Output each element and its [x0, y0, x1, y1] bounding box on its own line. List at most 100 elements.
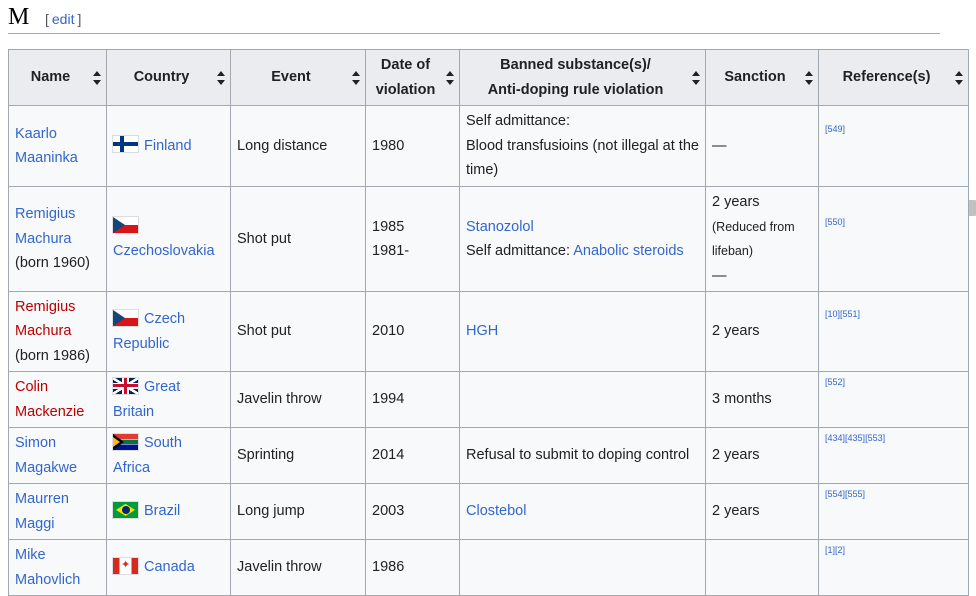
edit-bracket-close: ]: [77, 11, 82, 27]
sort-icon[interactable]: [446, 70, 454, 85]
reference-link[interactable]: [1]: [825, 545, 835, 555]
cell-references: [552]: [818, 371, 969, 428]
sort-icon[interactable]: [692, 70, 700, 85]
athlete-link[interactable]: Remigius Machura: [15, 299, 75, 340]
country-link[interactable]: Finland: [144, 138, 192, 154]
athlete-link[interactable]: Simon Magakwe: [15, 435, 77, 476]
finland-flag-icon: [113, 136, 138, 153]
cell-country: Czech Republic: [106, 291, 231, 372]
cell-event: Shot put: [230, 291, 366, 372]
cell-date: 2010: [365, 291, 460, 372]
cell-date: 1994: [365, 371, 460, 428]
reference-link[interactable]: [434]: [825, 433, 845, 443]
brazil-flag-icon: [113, 501, 138, 518]
table-row: MikeMahovlich Canada Javelin throw 1986 …: [8, 539, 969, 596]
cell-name: Remigius Machura (born 1960): [8, 186, 107, 292]
cell-substance: Clostebol: [459, 483, 706, 540]
cell-event: Sprinting: [230, 427, 366, 484]
athlete-link[interactable]: Mike Mahovlich: [15, 547, 80, 588]
scrollbar-thumb[interactable]: [968, 200, 976, 216]
reference-link[interactable]: [553]: [865, 433, 885, 443]
substance-link[interactable]: Stanozolol: [466, 219, 534, 235]
reference-link[interactable]: [552]: [825, 377, 845, 387]
cell-name: Maurren Maggi: [8, 483, 107, 540]
table-row: Maurren Maggi Brazil Long jump 2003 Clost…: [8, 483, 969, 540]
section-heading: M [edit]: [8, 0, 940, 34]
substance-link[interactable]: HGH: [466, 323, 498, 339]
cell-references: [554][555]: [818, 483, 969, 540]
cell-references: [550]: [818, 186, 969, 292]
table-row: Simon Magakwe South Africa Sprinting 2014 …: [8, 427, 969, 484]
reference-link[interactable]: [554]: [825, 489, 845, 499]
cell-date: 2014: [365, 427, 460, 484]
cell-substance: Refusal to submit to doping control: [459, 427, 706, 484]
cell-date: 1985 1981-: [365, 186, 460, 292]
column-header-references[interactable]: Reference(s): [818, 49, 969, 106]
reference-link[interactable]: [2]: [835, 545, 845, 555]
reference-link[interactable]: [10]: [825, 309, 840, 319]
athlete-link[interactable]: Maurren Maggi: [15, 491, 69, 532]
cell-event: Javelin throw: [230, 539, 366, 596]
cell-substance: [459, 539, 706, 596]
table-header-row: Name Country Event Date of violation Bann…: [8, 49, 969, 106]
cell-country: Brazil: [106, 483, 231, 540]
cell-name: Remigius Machura (born 1986): [8, 291, 107, 372]
czechoslovakia-flag-icon: [113, 217, 138, 234]
country-link[interactable]: Czechoslovakia: [113, 243, 215, 259]
column-header-event[interactable]: Event: [230, 49, 366, 106]
sort-icon[interactable]: [217, 70, 225, 85]
reference-link[interactable]: [435]: [845, 433, 865, 443]
edit-section: [edit]: [45, 11, 81, 27]
cell-date: 2003: [365, 483, 460, 540]
cell-substance: [459, 371, 706, 428]
cell-sanction: —: [705, 105, 819, 187]
south-africa-flag-icon: [113, 433, 138, 450]
athlete-link[interactable]: Remigius Machura: [15, 206, 75, 247]
substance-link[interactable]: Anabolic steroids: [573, 243, 683, 259]
column-header-country[interactable]: Country: [106, 49, 231, 106]
table-row: Remigius Machura (born 1986) Czech Republic…: [8, 291, 969, 372]
sort-icon[interactable]: [93, 70, 101, 85]
cell-references: [549]: [818, 105, 969, 187]
column-header-sanction[interactable]: Sanction: [705, 49, 819, 106]
doping-cases-table: Name Country Event Date of violation Bann…: [8, 49, 969, 596]
cell-sanction: 3 months: [705, 371, 819, 428]
cell-event: Long distance: [230, 105, 366, 187]
cell-sanction: 2 years: [705, 427, 819, 484]
cell-name: Colin Mackenzie: [8, 371, 107, 428]
sort-icon[interactable]: [352, 70, 360, 85]
column-header-substance[interactable]: Banned substance(s)/Anti-doping rule vio…: [459, 49, 706, 106]
edit-link[interactable]: edit: [49, 11, 78, 27]
athlete-link[interactable]: Colin Mackenzie: [15, 379, 84, 420]
cell-references: [1][2]: [818, 539, 969, 596]
cell-country: South Africa: [106, 427, 231, 484]
cell-name: Simon Magakwe: [8, 427, 107, 484]
reference-link[interactable]: [549]: [825, 124, 845, 134]
cell-sanction: [705, 539, 819, 596]
column-header-name[interactable]: Name: [8, 49, 107, 106]
cell-date: 1986: [365, 539, 460, 596]
cell-country: Great Britain: [106, 371, 231, 428]
cell-country: Canada: [106, 539, 231, 596]
czech-republic-flag-icon: [113, 309, 138, 326]
cell-sanction: 2 years: [705, 291, 819, 372]
cell-event: Shot put: [230, 186, 366, 292]
cell-date: 1980: [365, 105, 460, 187]
canada-flag-icon: [113, 557, 138, 574]
substance-link[interactable]: Clostebol: [466, 503, 526, 519]
section-title: M: [8, 4, 30, 30]
country-link[interactable]: Canada: [144, 559, 195, 575]
reference-link[interactable]: [555]: [845, 489, 865, 499]
column-header-date[interactable]: Date of violation: [365, 49, 460, 106]
cell-event: Long jump: [230, 483, 366, 540]
cell-name: Mike Mahovlich: [8, 539, 107, 596]
cell-references: [10][551]: [818, 291, 969, 372]
reference-link[interactable]: [550]: [825, 217, 845, 227]
country-link[interactable]: Brazil: [144, 503, 180, 519]
sort-icon[interactable]: [955, 70, 963, 85]
athlete-link[interactable]: Kaarlo Maaninka: [15, 126, 78, 167]
table-row: Remigius Machura (born 1960) Czechoslovaki…: [8, 186, 969, 292]
reference-link[interactable]: [551]: [840, 309, 860, 319]
sort-icon[interactable]: [805, 70, 813, 85]
cell-substance: Stanozolol Self admittance: Anabolic ster…: [459, 186, 706, 292]
